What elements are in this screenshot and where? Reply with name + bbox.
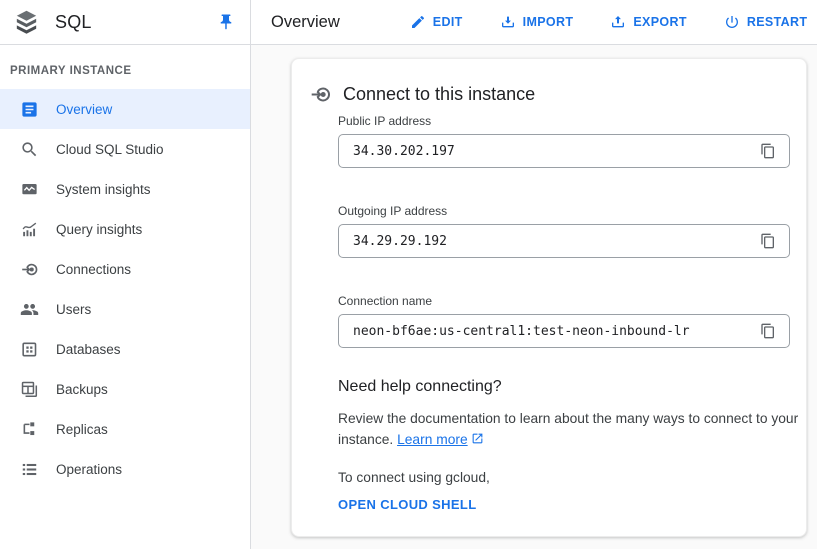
monitor-chart-icon: [20, 180, 39, 199]
action-label: IMPORT: [523, 15, 574, 29]
page-title: Overview: [271, 13, 340, 32]
copy-button[interactable]: [755, 228, 781, 254]
document-icon: [20, 100, 39, 119]
sidebar-item-overview[interactable]: Overview: [0, 89, 250, 129]
gcloud-text: To connect using gcloud,: [338, 470, 790, 485]
replica-tree-icon: [20, 420, 39, 439]
sidebar-item-label: Users: [56, 302, 91, 317]
sidebar-item-system-insights[interactable]: System insights: [0, 169, 250, 209]
sidebar-header: SQL: [0, 0, 250, 45]
list-icon: [20, 460, 39, 479]
people-icon: [20, 300, 39, 319]
primary-instance-section-label: PRIMARY INSTANCE: [0, 45, 250, 89]
field-label: Outgoing IP address: [338, 204, 790, 218]
restart-button[interactable]: RESTART: [724, 14, 808, 30]
copy-icon: [760, 323, 776, 339]
sidebar-item-connections[interactable]: Connections: [0, 249, 250, 289]
sidebar-item-databases[interactable]: Databases: [0, 329, 250, 369]
backup-table-icon: [20, 380, 39, 399]
sidebar-item-label: Query insights: [56, 222, 142, 237]
action-label: RESTART: [747, 15, 808, 29]
main-area: Overview EDIT IMPORT EXPORT: [251, 0, 817, 549]
database-grid-icon: [20, 340, 39, 359]
search-icon: [20, 140, 39, 159]
sidebar-item-label: System insights: [56, 182, 151, 197]
pin-button[interactable]: [215, 11, 237, 33]
cloud-sql-console: SQL PRIMARY INSTANCE Overview Cloud SQL …: [0, 0, 817, 549]
sidebar-item-cloud-sql-studio[interactable]: Cloud SQL Studio: [0, 129, 250, 169]
open-in-new-icon: [471, 432, 484, 445]
pencil-icon: [410, 14, 426, 30]
learn-more-label: Learn more: [397, 432, 468, 447]
product-title: SQL: [55, 12, 92, 33]
sidebar-item-operations[interactable]: Operations: [0, 449, 250, 489]
sidebar: SQL PRIMARY INSTANCE Overview Cloud SQL …: [0, 0, 251, 549]
connection-icon: [309, 83, 332, 106]
card-body: Public IP address 34.30.202.197 Outgoing…: [338, 114, 790, 514]
sidebar-item-backups[interactable]: Backups: [0, 369, 250, 409]
sidebar-item-query-insights[interactable]: Query insights: [0, 209, 250, 249]
field-value: neon-bf6ae:us-central1:test-neon-inbound…: [353, 324, 755, 339]
outgoing-ip-field: 34.29.29.192: [338, 224, 790, 258]
sidebar-item-label: Replicas: [56, 422, 108, 437]
sidebar-item-label: Operations: [56, 462, 122, 477]
learn-more-link[interactable]: Learn more: [397, 432, 484, 447]
connection-icon: [20, 260, 39, 279]
sidebar-item-users[interactable]: Users: [0, 289, 250, 329]
import-button[interactable]: IMPORT: [500, 14, 574, 30]
field-value: 34.30.202.197: [353, 144, 755, 159]
card-title: Connect to this instance: [343, 84, 535, 105]
help-text: Review the documentation to learn about …: [338, 408, 812, 450]
power-icon: [724, 14, 740, 30]
export-button[interactable]: EXPORT: [610, 14, 687, 30]
copy-icon: [760, 233, 776, 249]
action-buttons: EDIT IMPORT EXPORT RESTART: [410, 14, 817, 30]
import-icon: [500, 14, 516, 30]
push-pin-icon: [217, 13, 235, 31]
action-label: EDIT: [433, 15, 463, 29]
bar-chart-icon: [20, 220, 39, 239]
sidebar-item-label: Overview: [56, 102, 112, 117]
sidebar-item-label: Backups: [56, 382, 108, 397]
sidebar-item-label: Databases: [56, 342, 121, 357]
field-label: Connection name: [338, 294, 790, 308]
edit-button[interactable]: EDIT: [410, 14, 463, 30]
sidebar-item-replicas[interactable]: Replicas: [0, 409, 250, 449]
cloud-sql-logo-icon: [13, 9, 40, 36]
action-bar: Overview EDIT IMPORT EXPORT: [251, 0, 817, 45]
field-label: Public IP address: [338, 114, 790, 128]
sidebar-item-label: Cloud SQL Studio: [56, 142, 164, 157]
card-header: Connect to this instance: [309, 83, 790, 106]
open-cloud-shell-button[interactable]: OPEN CLOUD SHELL: [338, 497, 477, 512]
copy-button[interactable]: [755, 318, 781, 344]
copy-button[interactable]: [755, 138, 781, 164]
public-ip-field: 34.30.202.197: [338, 134, 790, 168]
content-area: Connect to this instance Public IP addre…: [251, 45, 817, 549]
field-value: 34.29.29.192: [353, 234, 755, 249]
help-title: Need help connecting?: [338, 378, 790, 396]
connect-card: Connect to this instance Public IP addre…: [291, 58, 807, 537]
action-label: EXPORT: [633, 15, 687, 29]
export-icon: [610, 14, 626, 30]
sidebar-item-label: Connections: [56, 262, 131, 277]
connection-name-field: neon-bf6ae:us-central1:test-neon-inbound…: [338, 314, 790, 348]
copy-icon: [760, 143, 776, 159]
